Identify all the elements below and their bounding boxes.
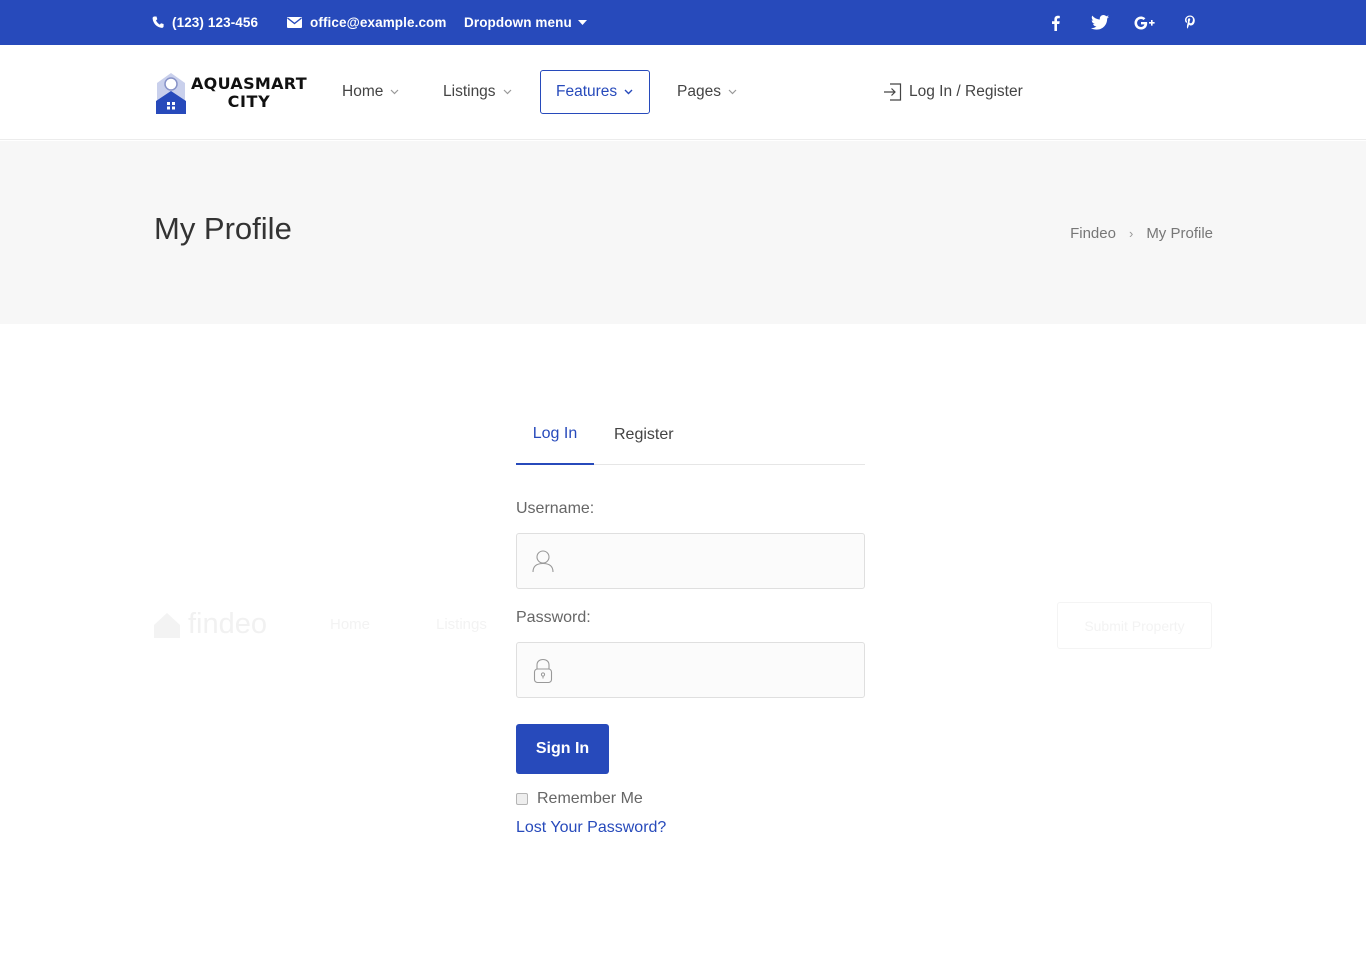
top-bar: (123) 123-456 office@example.com Dropdow… xyxy=(0,0,1366,45)
breadcrumb: Findeo › My Profile xyxy=(1070,225,1213,242)
username-label: Username: xyxy=(516,500,595,517)
tab-login[interactable]: Log In xyxy=(516,405,594,465)
nav-pages-label: Pages xyxy=(677,83,721,100)
email-contact[interactable]: office@example.com xyxy=(287,0,447,45)
phone-number: (123) 123-456 xyxy=(172,15,259,30)
user-icon xyxy=(532,549,554,578)
chevron-down-icon xyxy=(728,89,737,95)
password-field[interactable] xyxy=(516,642,865,698)
login-icon xyxy=(884,83,902,101)
tab-register[interactable]: Register xyxy=(614,405,674,465)
remember-me-checkbox[interactable] xyxy=(516,793,528,805)
nav-features-label: Features xyxy=(556,83,618,100)
house-logo-icon xyxy=(156,73,186,114)
remember-me[interactable]: Remember Me xyxy=(516,790,643,808)
lock-icon xyxy=(532,658,554,689)
password-label: Password: xyxy=(516,609,591,626)
lost-password-link[interactable]: Lost Your Password? xyxy=(516,819,666,837)
logo-wordmark: AQUASMART CITY xyxy=(191,75,307,111)
ghost-logo: findeo xyxy=(152,608,267,641)
ghost-submit-button: Submit Property xyxy=(1057,602,1212,649)
username-input[interactable] xyxy=(562,534,857,588)
twitter-icon xyxy=(1091,15,1109,30)
twitter-link[interactable] xyxy=(1088,0,1112,45)
google-plus-link[interactable] xyxy=(1133,0,1157,45)
facebook-icon xyxy=(1051,15,1060,31)
phone-contact[interactable]: (123) 123-456 xyxy=(152,0,258,45)
password-input[interactable] xyxy=(562,643,857,697)
site-logo[interactable]: AQUASMART CITY xyxy=(155,71,307,115)
login-register-link[interactable]: Log In / Register xyxy=(883,70,1023,114)
ghost-nav-listings: Listings xyxy=(436,616,487,633)
chevron-down-icon xyxy=(503,89,512,95)
chevron-down-icon xyxy=(624,89,633,95)
facebook-link[interactable] xyxy=(1043,0,1067,45)
nav-home[interactable]: Home xyxy=(342,70,399,114)
page-titlebar: My Profile Findeo › My Profile xyxy=(0,141,1366,324)
pinterest-icon xyxy=(1185,15,1195,29)
envelope-icon xyxy=(287,17,302,28)
nav-home-label: Home xyxy=(342,83,384,100)
breadcrumb-separator-icon: › xyxy=(1128,226,1134,241)
sign-in-button[interactable]: Sign In xyxy=(516,724,609,774)
dropdown-menu-label: Dropdown menu xyxy=(464,15,572,30)
nav-pages[interactable]: Pages xyxy=(677,70,737,114)
nav-listings-label: Listings xyxy=(443,83,496,100)
email-address: office@example.com xyxy=(310,15,447,30)
nav-listings[interactable]: Listings xyxy=(443,70,512,114)
caret-down-icon xyxy=(577,19,587,25)
login-register-label: Log In / Register xyxy=(909,83,1023,100)
logo-line2: CITY xyxy=(227,92,271,111)
google-plus-icon xyxy=(1134,16,1155,29)
ghost-house-icon xyxy=(154,612,180,638)
dropdown-menu[interactable]: Dropdown menu xyxy=(464,0,587,45)
nav-features[interactable]: Features xyxy=(540,70,650,114)
phone-icon xyxy=(152,16,164,28)
breadcrumb-current: My Profile xyxy=(1146,225,1213,242)
page-title: My Profile xyxy=(154,211,292,246)
chevron-down-icon xyxy=(390,89,399,95)
breadcrumb-findeo[interactable]: Findeo xyxy=(1070,225,1116,242)
ghost-logo-text: findeo xyxy=(188,608,268,640)
remember-me-label: Remember Me xyxy=(537,790,643,807)
username-field[interactable] xyxy=(516,533,865,589)
login-tabs: Log In Register xyxy=(516,405,865,465)
main-header: AQUASMART CITY Home Listings Features Pa… xyxy=(0,45,1366,140)
ghost-nav-home: Home xyxy=(330,616,371,633)
logo-line1: AQUASMART xyxy=(191,74,307,93)
pinterest-link[interactable] xyxy=(1178,0,1202,45)
